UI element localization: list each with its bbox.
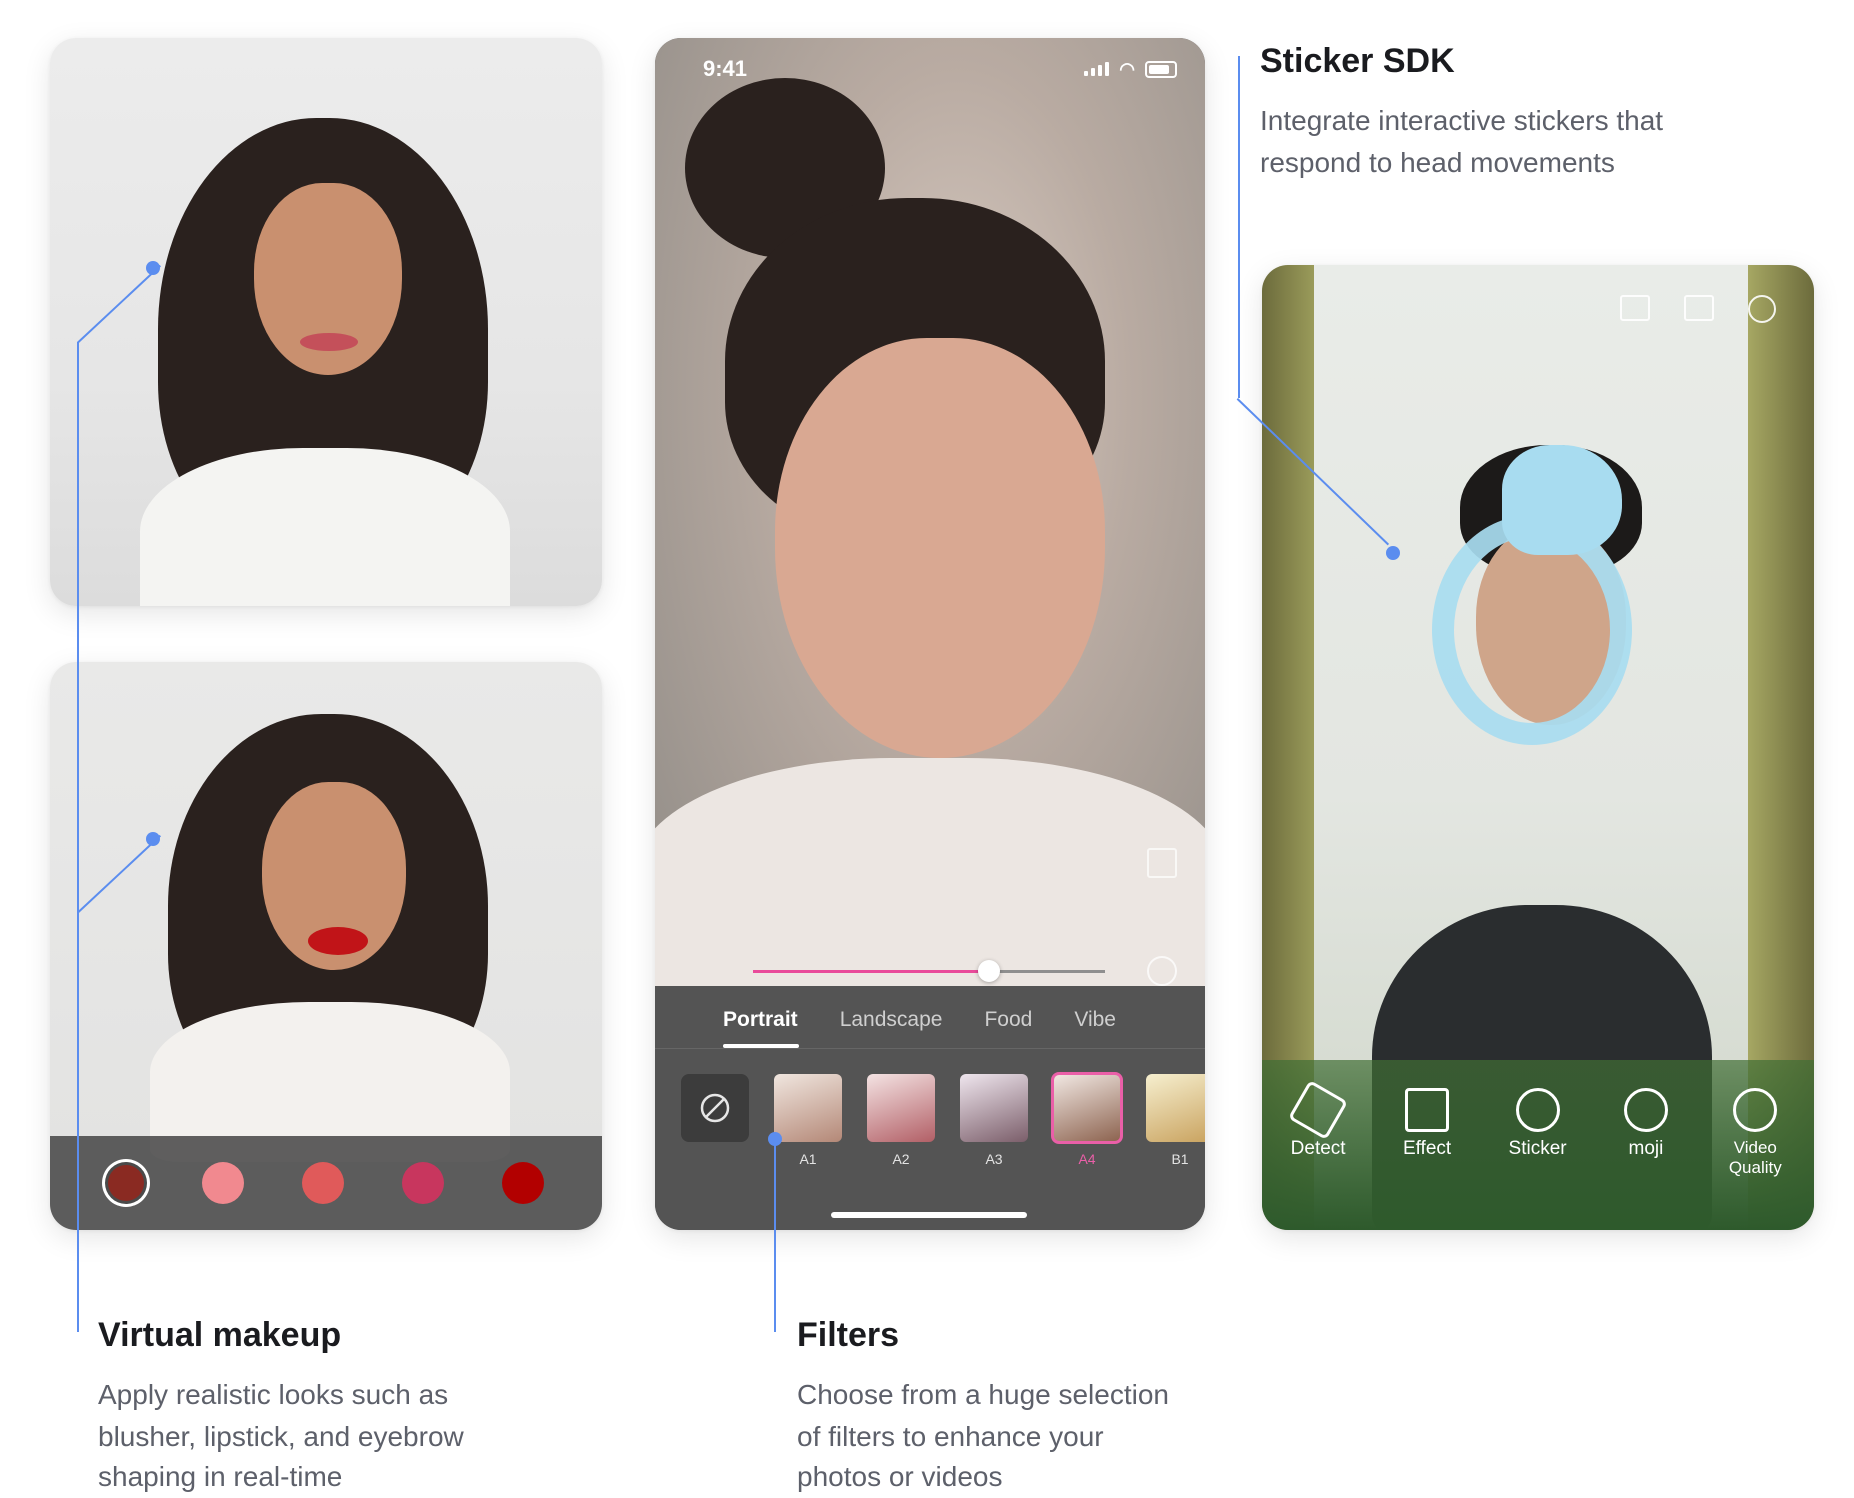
smiley-icon <box>1515 1088 1560 1132</box>
gallery-icon[interactable] <box>1684 295 1714 321</box>
filter-thumb-selected <box>1051 1072 1123 1144</box>
tab-landscape[interactable]: Landscape <box>840 1008 943 1032</box>
tab-vibe[interactable]: Vibe <box>1074 1008 1116 1032</box>
swatch-1[interactable] <box>108 1165 144 1201</box>
makeup-description-1: Apply realistic looks such as <box>98 1379 449 1410</box>
emoji-icon <box>1623 1088 1668 1132</box>
scan-icon[interactable] <box>1620 295 1650 321</box>
sticker-toolbar: Detect Effect Sticker moji Video Quality <box>1262 1079 1814 1178</box>
slider-fill <box>753 970 989 973</box>
tool-video-quality[interactable]: Video Quality <box>1725 1088 1785 1178</box>
status-bar: 9:41 ◠ <box>703 56 1177 82</box>
filter-label: A2 <box>892 1151 910 1167</box>
filter-thumbnails: A1 A2 A3 A4 B1 <box>681 1072 1205 1167</box>
makeup-dot-top <box>146 261 160 275</box>
filter-tabs: Portrait Landscape Food Vibe <box>723 1008 1116 1032</box>
detect-icon <box>1288 1079 1349 1141</box>
filter-b1[interactable]: B1 <box>1146 1074 1205 1167</box>
compare-icon[interactable] <box>1147 848 1177 878</box>
makeup-title: Virtual makeup <box>98 1316 342 1354</box>
lips-shape <box>300 333 358 351</box>
tool-label: Video Quality <box>1728 1138 1782 1177</box>
swatch-2[interactable] <box>202 1162 244 1204</box>
makeup-before-card <box>50 38 602 606</box>
filter-label: A4 <box>1078 1151 1096 1167</box>
magic-wand-icon <box>1405 1088 1450 1132</box>
tab-divider <box>655 1048 1205 1049</box>
sticker-description-2: respond to head movements <box>1260 147 1615 178</box>
signal-icon <box>1084 62 1110 76</box>
filter-thumb <box>774 1074 842 1142</box>
filters-description-3: photos or videos <box>797 1461 1003 1492</box>
tool-detect[interactable]: Detect <box>1288 1079 1349 1178</box>
makeup-leader-vertical <box>77 342 79 1332</box>
filter-label: A1 <box>799 1151 817 1167</box>
filter-a3[interactable]: A3 <box>960 1074 1028 1167</box>
filter-a4[interactable]: A4 <box>1051 1072 1123 1167</box>
sticker-leader-vertical <box>1238 56 1240 398</box>
intensity-slider[interactable] <box>753 960 1105 982</box>
reset-icon[interactable] <box>1147 956 1177 986</box>
makeup-dot-bottom <box>146 832 160 846</box>
filter-a1[interactable]: A1 <box>774 1074 842 1167</box>
filters-description-2: of filters to enhance your <box>797 1421 1104 1452</box>
sticker-description-1: Integrate interactive stickers that <box>1260 105 1664 136</box>
makeup-description-3: shaping in real-time <box>98 1461 343 1492</box>
filter-a2[interactable]: A2 <box>867 1074 935 1167</box>
filter-thumb <box>960 1074 1028 1142</box>
sticker-title: Sticker SDK <box>1260 42 1455 80</box>
filters-leader <box>774 1138 776 1332</box>
tool-moji[interactable]: moji <box>1623 1088 1668 1178</box>
tool-label: Sticker <box>1508 1138 1567 1159</box>
face-shape <box>775 338 1105 758</box>
slider-knob[interactable] <box>978 960 1000 982</box>
shirt-shape <box>140 448 510 606</box>
battery-icon <box>1145 60 1177 78</box>
tool-label: Detect <box>1290 1138 1346 1159</box>
filter-thumb <box>867 1074 935 1142</box>
filter-panel: Portrait Landscape Food Vibe A1 A2 A3 A4… <box>655 986 1205 1230</box>
camera-switch-icon[interactable] <box>1748 295 1776 323</box>
sticker-phone: Detect Effect Sticker moji Video Quality <box>1262 265 1814 1230</box>
no-filter-icon <box>700 1093 730 1123</box>
status-time: 9:41 <box>703 56 748 81</box>
sticker-top-icons <box>1620 295 1776 323</box>
tool-label: moji <box>1628 1138 1664 1159</box>
wifi-icon: ◠ <box>1119 58 1135 79</box>
makeup-after-card <box>50 662 602 1230</box>
filters-dot <box>768 1132 782 1146</box>
makeup-description-2: blusher, lipstick, and eyebrow <box>98 1421 464 1452</box>
home-indicator <box>831 1212 1027 1218</box>
shirt-shape <box>655 758 1205 1018</box>
tool-sticker[interactable]: Sticker <box>1509 1088 1567 1178</box>
video-quality-icon <box>1733 1088 1778 1132</box>
dinosaur-head <box>1502 445 1622 555</box>
filter-label: A3 <box>985 1151 1003 1167</box>
filter-label: B1 <box>1171 1151 1189 1167</box>
filters-phone: 9:41 ◠ Portrait Landscape Food Vibe A1 A… <box>655 38 1205 1230</box>
filters-title: Filters <box>797 1316 900 1354</box>
lip-color-swatches <box>50 1136 602 1230</box>
tab-food[interactable]: Food <box>984 1008 1032 1032</box>
lips-shape <box>308 927 368 955</box>
swatch-3[interactable] <box>302 1162 344 1204</box>
portrait-photo <box>655 38 1205 1018</box>
filter-thumb <box>1146 1074 1205 1142</box>
no-filter-button[interactable] <box>681 1074 749 1142</box>
filters-description-1: Choose from a huge selection <box>797 1379 1169 1410</box>
swatch-4[interactable] <box>402 1162 444 1204</box>
sticker-dot <box>1386 546 1400 560</box>
tab-portrait[interactable]: Portrait <box>723 1008 798 1032</box>
tool-effect[interactable]: Effect <box>1403 1088 1451 1178</box>
swatch-5[interactable] <box>502 1162 544 1204</box>
tool-label: Effect <box>1402 1138 1452 1159</box>
